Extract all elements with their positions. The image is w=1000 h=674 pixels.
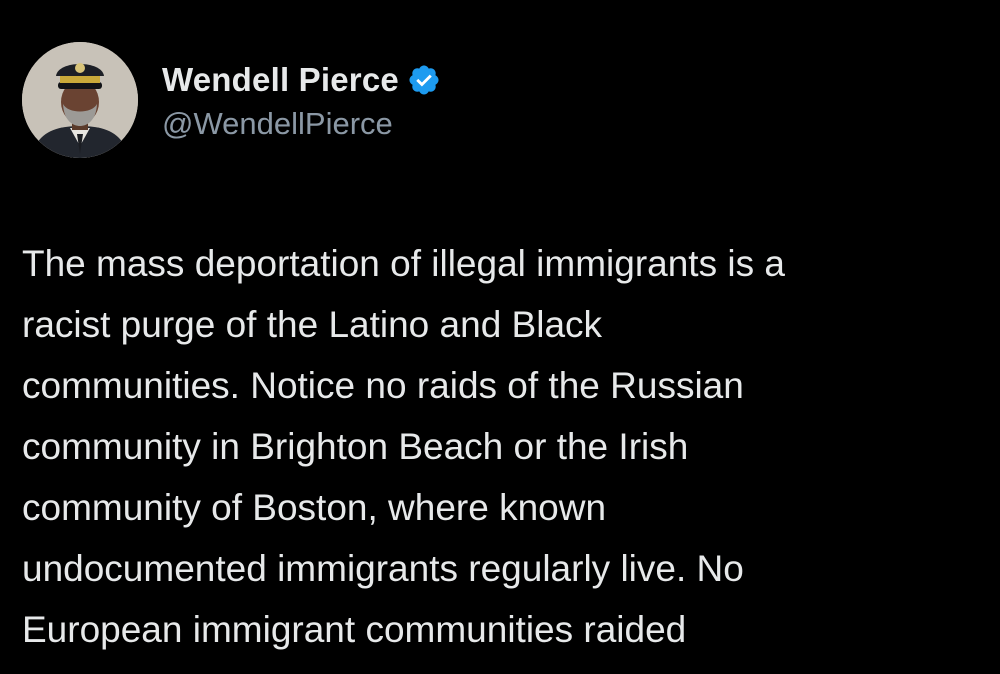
avatar-image bbox=[22, 42, 138, 158]
tweet-text-line: community of Boston, where known bbox=[22, 487, 607, 528]
tweet-text-line: The mass deportation of illegal immigran… bbox=[22, 243, 785, 284]
tweet-text-line: communities. Notice no raids of the Russ… bbox=[22, 365, 744, 406]
tweet-text: The mass deportation of illegal immigran… bbox=[22, 233, 982, 660]
tweet-header: Wendell Pierce @WendellPierce bbox=[22, 42, 441, 162]
tweet-card: Wendell Pierce @WendellPierce The mass d… bbox=[0, 0, 1000, 674]
tweet-text-line: racist purge of the Latino and Black bbox=[22, 304, 603, 345]
author-names: Wendell Pierce @WendellPierce bbox=[162, 60, 441, 142]
display-name-row: Wendell Pierce bbox=[162, 60, 441, 100]
display-name[interactable]: Wendell Pierce bbox=[162, 61, 399, 99]
avatar[interactable] bbox=[22, 42, 138, 158]
tweet-text-line: community in Brighton Beach or the Irish bbox=[22, 426, 689, 467]
tweet-text-line: European immigrant communities raided bbox=[22, 609, 687, 650]
tweet-text-line: undocumented immigrants regularly live. … bbox=[22, 548, 744, 589]
verified-badge-icon bbox=[407, 63, 441, 97]
author-handle[interactable]: @WendellPierce bbox=[162, 106, 441, 142]
